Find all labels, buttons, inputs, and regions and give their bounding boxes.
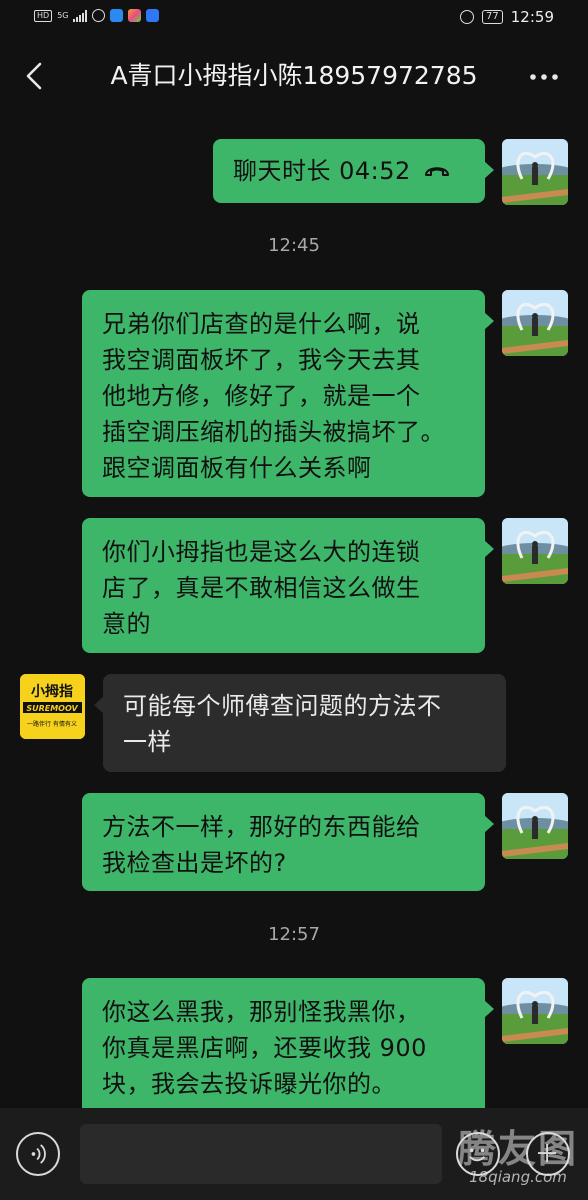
message-bubble-me[interactable]: 兄弟你们店查的是什么啊，说 我空调面板坏了，我今天去其 他地方修，修好了，就是一… [82, 290, 494, 497]
shop-avatar[interactable]: 小拇指 SUREMOOV 一路伴行 有情有义 [20, 674, 85, 739]
message-line: 我检查出是坏的? [102, 849, 287, 877]
status-bar: HD 5G 77 12:59 [0, 0, 588, 36]
message-bubble-me[interactable]: 你们小拇指也是这么大的连锁 店了，真是不敢相信这么做生 意的 [82, 518, 494, 653]
message-line: 你真是黑店啊，还要收我 900 [102, 1034, 427, 1062]
timestamp: 12:57 [268, 924, 320, 945]
hd-badge: HD [34, 9, 53, 22]
message-line: 我空调面板坏了，我今天去其 [102, 346, 421, 374]
message-line: 块，我会去投诉曝光你的。 [102, 1070, 396, 1098]
message-bubble-other[interactable]: 可能每个师傅查问题的方法不 一样 [94, 674, 506, 772]
app-icon [146, 9, 160, 22]
app-icon [92, 9, 106, 22]
chevron-left-icon[interactable] [20, 58, 56, 94]
network-badge: 5G [57, 11, 69, 20]
my-avatar[interactable] [502, 139, 568, 205]
more-dots-icon[interactable] [524, 60, 564, 92]
message-bubble-me[interactable]: 你这么黑我，那别怪我黑你， 你真是黑店啊，还要收我 900 块，我会去投诉曝光你… [82, 978, 494, 1118]
chat-header: A青口小拇指小陈18957972785 [0, 44, 588, 108]
message-line: 插空调压缩机的插头被搞坏了。 [102, 418, 445, 446]
svg-text:小拇指: 小拇指 [31, 683, 73, 700]
message-line: 方法不一样，那好的东西能给 [102, 813, 421, 841]
phone-hangup-icon [424, 167, 449, 176]
my-avatar[interactable] [502, 518, 568, 584]
message-bubble-me[interactable]: 方法不一样，那好的东西能给 我检查出是坏的? [82, 793, 494, 891]
chat-title: A青口小拇指小陈18957972785 [110, 61, 478, 90]
voice-icon[interactable] [16, 1132, 60, 1176]
message-input[interactable] [80, 1124, 442, 1184]
watermark-text: 腾友图 [457, 1127, 578, 1171]
app-icon [128, 9, 142, 22]
svg-text:一路伴行 有情有义: 一路伴行 有情有义 [27, 720, 77, 728]
message-line: 一样 [123, 728, 172, 756]
svg-text:SUREMOOV: SUREMOOV [26, 704, 78, 713]
message-line: 他地方修，修好了，就是一个 [102, 382, 421, 410]
alarm-icon [460, 10, 475, 24]
message-line: 你这么黑我，那别怪我黑你， [102, 998, 421, 1026]
signal-icon [73, 9, 88, 22]
message-line: 意的 [102, 610, 151, 638]
clock: 12:59 [510, 8, 554, 26]
my-avatar[interactable] [502, 793, 568, 859]
message-line: 跟空调面板有什么关系啊 [102, 454, 372, 482]
message-line: 店了，真是不敢相信这么做生 [102, 574, 421, 602]
status-left: HD 5G [34, 9, 160, 22]
my-avatar[interactable] [502, 290, 568, 356]
call-duration-text: 聊天时长 04:52 [233, 157, 411, 185]
status-right: 77 12:59 [460, 8, 554, 26]
shop-logo-icon: 小拇指 SUREMOOV 一路伴行 有情有义 [20, 674, 85, 739]
message-line: 可能每个师傅查问题的方法不 [123, 692, 442, 720]
timestamp: 12:45 [268, 235, 320, 256]
message-line: 你们小拇指也是这么大的连锁 [102, 538, 421, 566]
my-avatar[interactable] [502, 978, 568, 1044]
call-record-bubble[interactable]: 聊天时长 04:52 [213, 139, 494, 203]
watermark: 腾友图 18qiang.com [448, 1128, 588, 1186]
battery-icon: 77 [482, 10, 503, 24]
app-icon [110, 9, 124, 22]
message-line: 兄弟你们店查的是什么啊，说 [102, 310, 421, 338]
